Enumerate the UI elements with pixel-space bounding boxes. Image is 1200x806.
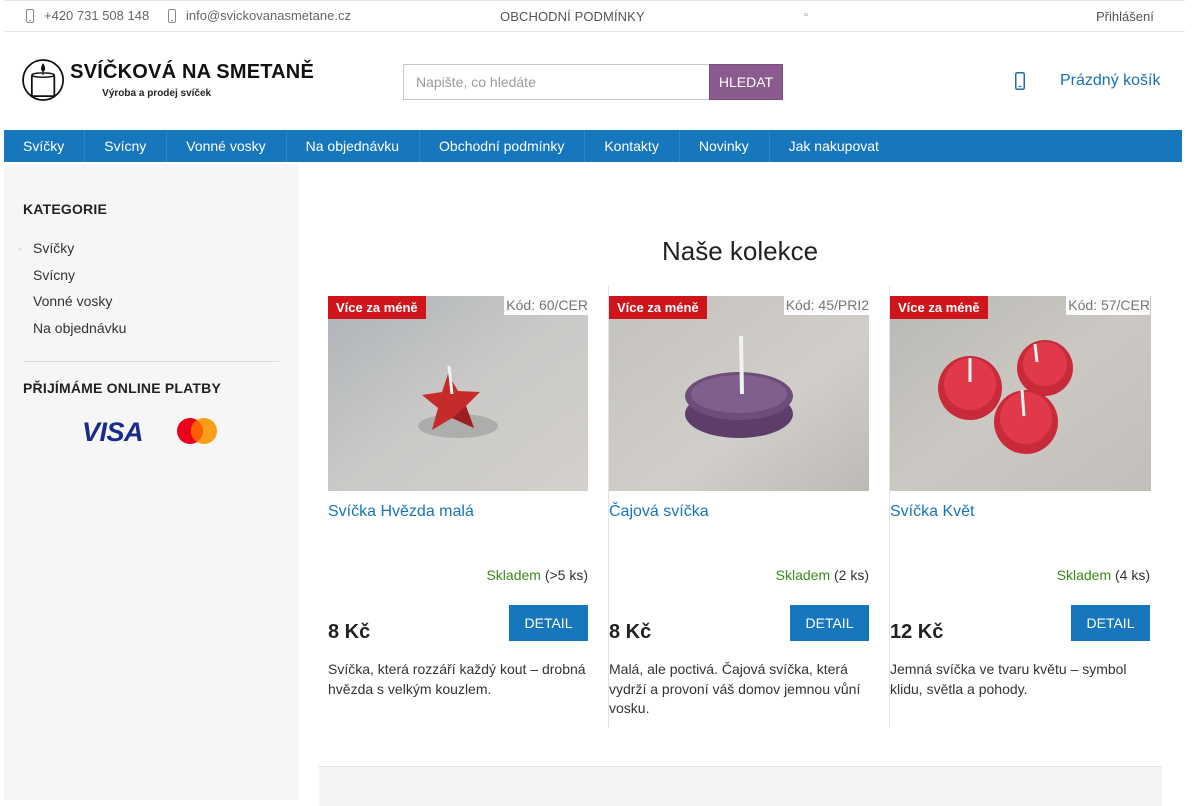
category-label: Svíčky bbox=[33, 240, 75, 256]
main-nav: Svíčky Svícny Vonné vosky Na objednávku … bbox=[4, 130, 1182, 162]
categories-title: KATEGORIE bbox=[23, 201, 107, 217]
mail-icon bbox=[166, 8, 178, 23]
email-contact[interactable]: info@svickovanasmetane.cz bbox=[166, 8, 351, 23]
phone-contact[interactable]: +420 731 508 148 bbox=[24, 8, 149, 23]
category-label: Na objednávku bbox=[33, 319, 127, 336]
product-code: Kód: 60/CER bbox=[504, 296, 588, 315]
product-image[interactable] bbox=[328, 296, 588, 491]
detail-button[interactable]: DETAIL bbox=[509, 605, 588, 641]
product-description: Jemná svíčka ve tvaru květu – symbol kli… bbox=[890, 661, 1127, 697]
stock-quantity: (2 ks) bbox=[834, 567, 869, 583]
product-description: Svíčka, která rozzáří každý kout – drobn… bbox=[328, 661, 586, 697]
product-code: Kód: 45/PRI2 bbox=[783, 296, 869, 315]
email-address: info@svickovanasmetane.cz bbox=[186, 8, 351, 23]
sidebar-divider bbox=[23, 361, 279, 362]
search-input[interactable] bbox=[403, 64, 709, 100]
category-label: Vonné vosky bbox=[33, 293, 113, 309]
nav-item-svicky[interactable]: Svíčky bbox=[4, 130, 86, 162]
product-price: 12 Kč bbox=[890, 621, 944, 643]
product-card: Více za méně Kód: 57/CER Svíčka Květ Skl… bbox=[890, 286, 1171, 728]
dot-icon[interactable]: ▫ bbox=[804, 9, 808, 21]
category-item[interactable]: Na objednávku bbox=[18, 318, 126, 345]
product-image[interactable] bbox=[609, 296, 869, 491]
nav-item-novinky[interactable]: Novinky bbox=[680, 130, 770, 162]
product-card: Více za méně Kód: 60/CER Svíčka Hvězda m… bbox=[328, 286, 609, 728]
sidebar: KATEGORIE ◦ Svíčky Svícny Vonné vosky Na … bbox=[4, 164, 299, 800]
product-name-link[interactable]: Svíčka Květ bbox=[890, 503, 974, 521]
nav-item-obchodni-podminky[interactable]: Obchodní podmínky bbox=[420, 130, 586, 162]
search-button[interactable]: HLEDAT bbox=[709, 64, 783, 100]
category-item[interactable]: ◦ Svíčky bbox=[18, 238, 126, 265]
cart-label: Prázdný košík bbox=[1060, 72, 1161, 89]
nav-item-svicny[interactable]: Svícny bbox=[85, 130, 168, 162]
nav-item-vonne-vosky[interactable]: Vonné vosky bbox=[167, 130, 287, 162]
bullet-icon: ◦ bbox=[18, 244, 22, 254]
stock-status: Skladem bbox=[775, 567, 831, 583]
discount-badge: Více za méně bbox=[609, 296, 707, 319]
product-name-link[interactable]: Svíčka Hvězda malá bbox=[328, 503, 474, 521]
login-link[interactable]: Přihlášení bbox=[1096, 9, 1154, 24]
product-code: Kód: 57/CER bbox=[1066, 296, 1150, 315]
payments-title: PŘIJÍMÁME ONLINE PLATBY bbox=[23, 380, 222, 396]
cart[interactable]: Prázdný košík bbox=[1012, 70, 1160, 92]
category-list: ◦ Svíčky Svícny Vonné vosky Na objednávku bbox=[18, 238, 126, 344]
detail-button[interactable]: DETAIL bbox=[1071, 605, 1150, 641]
nav-item-na-objednavku[interactable]: Na objednávku bbox=[287, 130, 421, 162]
stock-status: Skladem bbox=[1056, 567, 1112, 583]
nav-item-kontakty[interactable]: Kontakty bbox=[585, 130, 680, 162]
stock-status: Skladem bbox=[486, 567, 541, 583]
cart-icon bbox=[1012, 70, 1028, 92]
product-description: Malá, ale poctivá. Čajová svíčka, která … bbox=[609, 661, 861, 716]
product-name-link[interactable]: Čajová svíčka bbox=[609, 503, 709, 521]
terms-link[interactable]: OBCHODNÍ PODMÍNKY bbox=[500, 9, 645, 24]
category-item[interactable]: Vonné vosky bbox=[18, 291, 126, 318]
mastercard-logo-icon bbox=[177, 418, 217, 444]
stock-info: Skladem (4 ks) bbox=[1057, 567, 1150, 583]
phone-number: +420 731 508 148 bbox=[44, 8, 150, 23]
site-logo[interactable]: SVÍČKOVÁ NA SMETANĚ Výroba a prodej svíč… bbox=[22, 48, 314, 112]
detail-button[interactable]: DETAIL bbox=[790, 605, 869, 641]
product-price: 8 Kč bbox=[609, 621, 652, 643]
stock-info: Skladem (2 ks) bbox=[776, 567, 869, 583]
discount-badge: Více za méně bbox=[890, 296, 988, 319]
stock-quantity: (4 ks) bbox=[1115, 567, 1150, 583]
stock-info: Skladem (>5 ks) bbox=[486, 567, 588, 583]
page-title: Naše kolekce bbox=[661, 236, 819, 266]
stock-quantity: (>5 ks) bbox=[544, 567, 588, 583]
logo-title: SVÍČKOVÁ NA SMETANĚ bbox=[70, 61, 314, 83]
product-image[interactable] bbox=[890, 296, 1151, 491]
phone-icon bbox=[24, 8, 36, 23]
visa-logo: VISA bbox=[82, 417, 144, 447]
candle-logo-icon bbox=[22, 59, 64, 101]
discount-badge: Více za méně bbox=[328, 296, 426, 319]
content-footer-box bbox=[319, 766, 1162, 806]
product-card: Více za méně Kód: 45/PRI2 Čajová svíčka … bbox=[609, 286, 890, 728]
logo-tagline: Výroba a prodej svíček bbox=[102, 88, 212, 99]
nav-item-jak-nakupovat[interactable]: Jak nakupovat bbox=[770, 130, 899, 162]
top-bar: +420 731 508 148 info@svickovanasmetane.… bbox=[4, 0, 1185, 32]
category-label: Svícny bbox=[33, 266, 76, 283]
product-price: 8 Kč bbox=[328, 621, 371, 643]
search-form: HLEDAT bbox=[403, 64, 783, 100]
category-item[interactable]: Svícny bbox=[18, 265, 126, 292]
